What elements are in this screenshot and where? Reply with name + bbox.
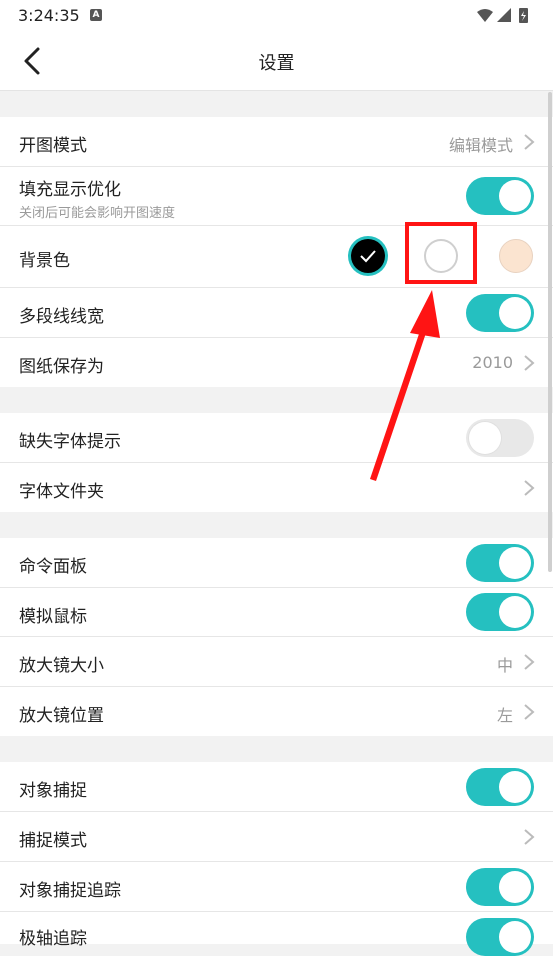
row-magnifier-position[interactable]: 放大镜位置 左	[0, 687, 553, 736]
open-mode-value: 编辑模式	[448, 136, 513, 155]
row-polar-tracking: 极轴追踪	[0, 912, 553, 956]
check-icon	[360, 250, 376, 263]
chevron-right-icon	[524, 654, 535, 670]
command-panel-label: 命令面板	[19, 557, 87, 577]
save-as-value: 2010	[472, 353, 513, 372]
row-missing-font: 缺失字体提示	[0, 413, 553, 462]
missing-font-toggle[interactable]	[466, 419, 534, 457]
system-status-icons	[477, 8, 528, 23]
row-object-snap: 对象捕捉	[0, 762, 553, 811]
polyline-width-label: 多段线线宽	[19, 307, 104, 327]
magnifier-size-value: 中	[496, 656, 513, 675]
snap-mode-label: 捕捉模式	[19, 831, 87, 851]
row-magnifier-size[interactable]: 放大镜大小 中	[0, 637, 553, 686]
page-title: 设置	[258, 53, 295, 74]
magnifier-size-label: 放大镜大小	[19, 656, 104, 676]
snap-tracking-toggle[interactable]	[466, 868, 534, 906]
row-font-folder[interactable]: 字体文件夹	[0, 463, 553, 512]
row-snap-tracking: 对象捕捉追踪	[0, 862, 553, 911]
wifi-icon	[477, 9, 493, 22]
row-snap-mode[interactable]: 捕捉模式	[0, 812, 553, 861]
notification-icon: A	[90, 9, 102, 21]
simulate-mouse-toggle[interactable]	[466, 593, 534, 631]
fill-optimization-hint: 关闭后可能会影响开图速度	[19, 206, 176, 221]
bg-color-peach-swatch[interactable]	[499, 239, 533, 273]
row-polyline-width: 多段线线宽	[0, 288, 553, 337]
status-time: 3:24:35	[18, 6, 80, 25]
fill-optimization-label: 填充显示优化	[19, 180, 121, 200]
row-save-as[interactable]: 图纸保存为 2010	[0, 338, 553, 387]
scrollbar[interactable]	[548, 92, 552, 572]
status-bar: 3:24:35 A	[0, 0, 553, 32]
magnifier-position-value: 左	[496, 706, 513, 725]
open-mode-label: 开图模式	[19, 136, 87, 156]
object-snap-label: 对象捕捉	[19, 781, 87, 801]
background-color-label: 背景色	[19, 251, 70, 271]
app-header: 设置	[0, 32, 553, 91]
row-open-mode[interactable]: 开图模式 编辑模式	[0, 117, 553, 166]
fill-optimization-toggle[interactable]	[466, 177, 534, 215]
highlight-box	[405, 222, 477, 284]
chevron-right-icon	[524, 355, 535, 371]
magnifier-position-label: 放大镜位置	[19, 706, 104, 726]
chevron-right-icon	[524, 134, 535, 150]
command-panel-toggle[interactable]	[466, 544, 534, 582]
object-snap-toggle[interactable]	[466, 768, 534, 806]
chevron-right-icon	[524, 829, 535, 845]
simulate-mouse-label: 模拟鼠标	[19, 607, 87, 627]
bg-color-black-swatch[interactable]	[351, 239, 385, 273]
save-as-label: 图纸保存为	[19, 357, 104, 377]
row-command-panel: 命令面板	[0, 538, 553, 587]
polar-tracking-label: 极轴追踪	[19, 929, 87, 949]
row-simulate-mouse: 模拟鼠标	[0, 588, 553, 636]
chevron-right-icon	[524, 704, 535, 720]
snap-tracking-label: 对象捕捉追踪	[19, 881, 121, 901]
polyline-width-toggle[interactable]	[466, 294, 534, 332]
font-folder-label: 字体文件夹	[19, 482, 104, 502]
chevron-right-icon	[524, 480, 535, 496]
missing-font-label: 缺失字体提示	[19, 432, 121, 452]
row-fill-optimization: 填充显示优化 关闭后可能会影响开图速度	[0, 167, 553, 225]
polar-tracking-toggle[interactable]	[466, 918, 534, 956]
signal-icon	[497, 8, 511, 22]
